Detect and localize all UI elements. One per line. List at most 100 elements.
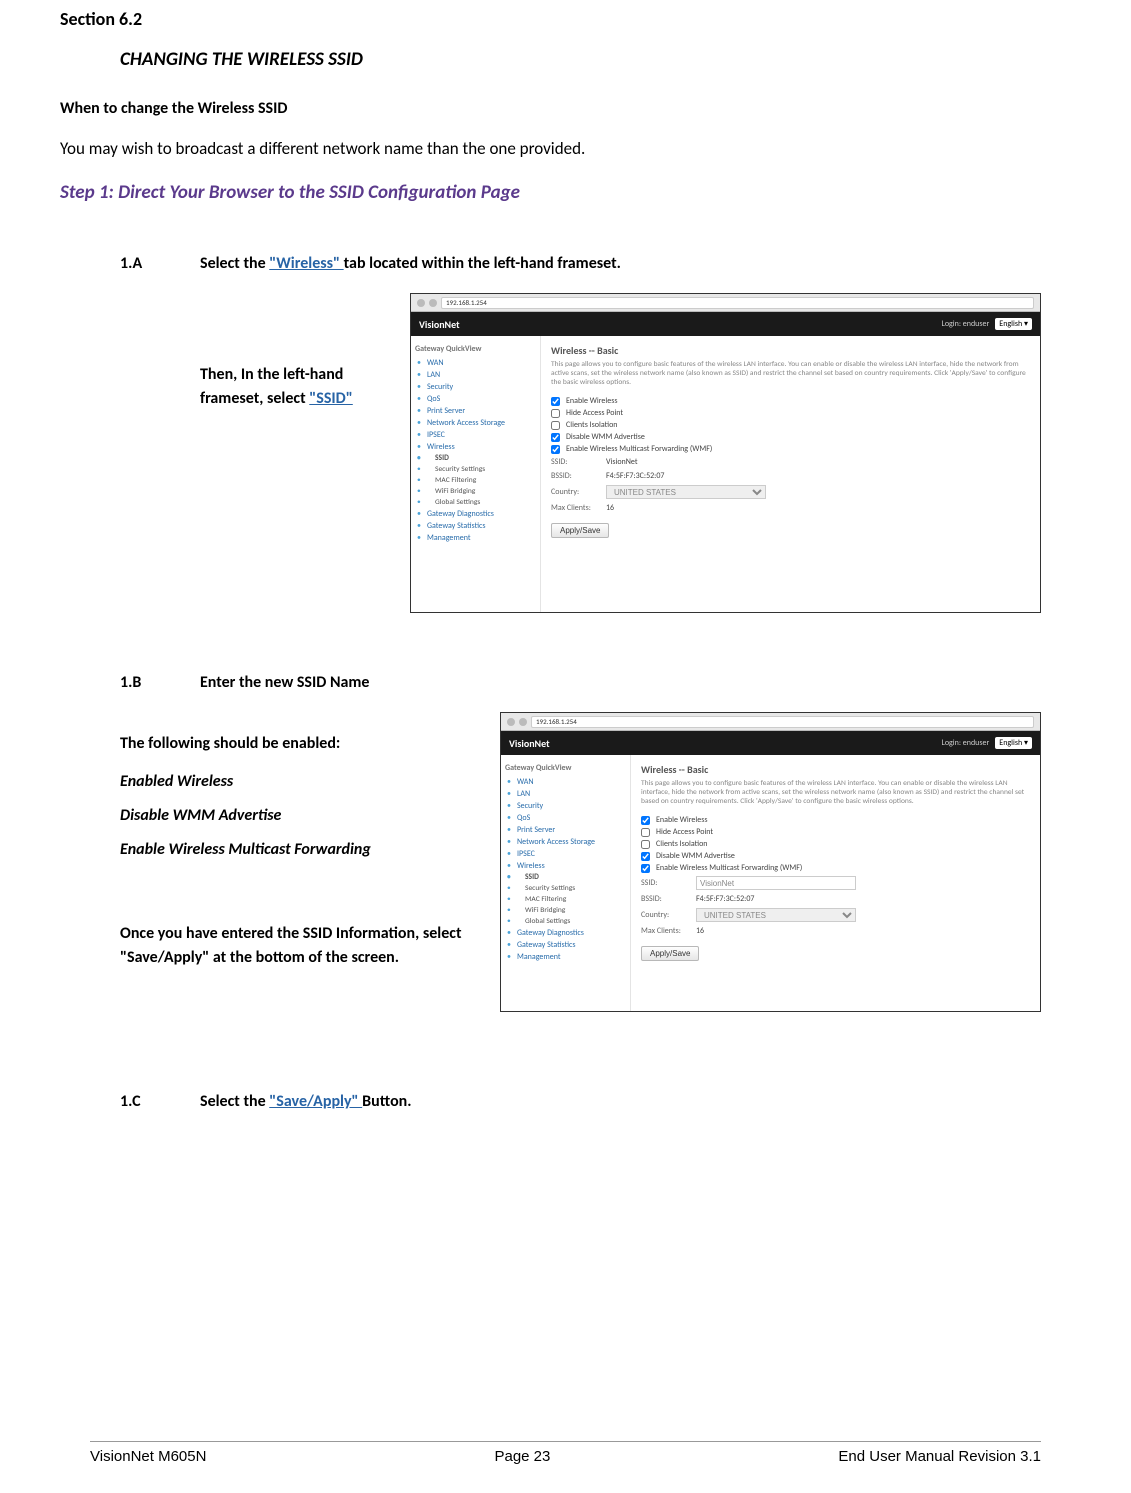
main-heading-2: Wireless -- Basic: [641, 763, 1030, 776]
bssid-label: BSSID:: [551, 471, 606, 481]
nav2-sub-security[interactable]: Security Settings: [505, 883, 626, 894]
ssid-input[interactable]: [696, 876, 856, 890]
nav-item-mgmt[interactable]: Management: [415, 532, 536, 544]
cb2-enable-wireless[interactable]: [641, 816, 650, 825]
save-apply-link[interactable]: "Save/Apply": [269, 1092, 362, 1111]
nav-fwd-icon: [429, 299, 437, 307]
intro-text: You may wish to broadcast a different ne…: [60, 138, 1041, 159]
browser-chrome-2: 192.168.1.254: [501, 713, 1040, 731]
p1: The following should be enabled:: [120, 732, 500, 756]
nav-sub-global[interactable]: Global Settings: [415, 497, 536, 508]
cb2-wmf[interactable]: [641, 864, 650, 873]
i2: Disable WMM Advertise: [120, 804, 500, 828]
main-heading: Wireless -- Basic: [551, 344, 1030, 357]
cb2-wmf-label: Enable Wireless Multicast Forwarding (WM…: [656, 863, 802, 873]
step-1b-id: 1.B: [120, 673, 200, 692]
cb2-wmm[interactable]: [641, 852, 650, 861]
nav2-item-qos[interactable]: QoS: [505, 812, 626, 824]
cb2-hide-ap[interactable]: [641, 828, 650, 837]
lang-select[interactable]: English ▾: [995, 318, 1032, 330]
nav2-item-security[interactable]: Security: [505, 800, 626, 812]
apply-save-button-2[interactable]: Apply/Save: [641, 946, 699, 961]
step-1a-desc: Select the "Wireless" tab located within…: [200, 254, 621, 273]
nav-item-wireless[interactable]: Wireless: [415, 441, 536, 453]
main-desc-2: This page allows you to configure basic …: [641, 779, 1030, 806]
country-label-2: Country:: [641, 910, 696, 920]
nav-header: Gateway QuickView: [415, 344, 536, 354]
section-label: Section 6.2: [60, 8, 1041, 30]
subheading: When to change the Wireless SSID: [60, 99, 1041, 118]
ssid-link[interactable]: "SSID": [309, 389, 353, 408]
cb2-wmm-label: Disable WMM Advertise: [656, 851, 735, 861]
nav-item-diag[interactable]: Gateway Diagnostics: [415, 508, 536, 520]
nav-item-wan[interactable]: WAN: [415, 357, 536, 369]
screenshot-1b: 192.168.1.254 VisionNet Login: enduser E…: [500, 712, 1041, 1012]
content-1a: Then, In the left-hand frameset, select …: [120, 293, 1041, 613]
nav-back-icon-2: [507, 718, 515, 726]
brand-logo: VisionNet: [419, 318, 460, 331]
nav2-item-stats[interactable]: Gateway Statistics: [505, 939, 626, 951]
nav-item-printserver[interactable]: Print Server: [415, 405, 536, 417]
bssid-value-2: F4:5F:F7:3C:52:07: [696, 894, 754, 904]
lang-select-2[interactable]: English ▾: [995, 737, 1032, 749]
nav2-item-ipsec[interactable]: IPSEC: [505, 848, 626, 860]
cb-enable-wireless[interactable]: [551, 397, 560, 406]
country-label: Country:: [551, 487, 606, 497]
step1-heading: Step 1: Direct Your Browser to the SSID …: [60, 181, 1041, 204]
nav2-item-diag[interactable]: Gateway Diagnostics: [505, 927, 626, 939]
ssid-label: SSID:: [551, 457, 606, 467]
nav2-sub-mac[interactable]: MAC Filtering: [505, 894, 626, 905]
cb2-clients-iso[interactable]: [641, 840, 650, 849]
nav-item-nas[interactable]: Network Access Storage: [415, 417, 536, 429]
nav2-item-lan[interactable]: LAN: [505, 788, 626, 800]
cb-hide-ap[interactable]: [551, 409, 560, 418]
country-select-2[interactable]: UNITED STATES: [696, 908, 856, 922]
cb-enable-wireless-label: Enable Wireless: [566, 396, 617, 406]
i3: Enable Wireless Multicast Forwarding: [120, 838, 500, 862]
i1: Enabled Wireless: [120, 770, 500, 794]
max-label: Max Clients:: [551, 503, 606, 513]
cb-wmm[interactable]: [551, 433, 560, 442]
nav-fwd-icon-2: [519, 718, 527, 726]
bssid-label-2: BSSID:: [641, 894, 696, 904]
step-1a-suffix: tab located within the left-hand framese…: [344, 254, 621, 273]
nav-item-stats[interactable]: Gateway Statistics: [415, 520, 536, 532]
apply-save-button[interactable]: Apply/Save: [551, 523, 609, 538]
nav-item-ipsec[interactable]: IPSEC: [415, 429, 536, 441]
content-1b: The following should be enabled: Enabled…: [120, 712, 1041, 1012]
nav2-item-nas[interactable]: Network Access Storage: [505, 836, 626, 848]
nav2-item-mgmt[interactable]: Management: [505, 951, 626, 963]
cb2-clients-iso-label: Clients Isolation: [656, 839, 708, 849]
wireless-link[interactable]: "Wireless": [269, 254, 343, 273]
nav2-sub-global[interactable]: Global Settings: [505, 916, 626, 927]
nav-sub-ssid[interactable]: SSID: [415, 453, 536, 464]
step-1c-prefix: Select the: [200, 1092, 269, 1111]
nav-sub-mac[interactable]: MAC Filtering: [415, 475, 536, 486]
cb-hide-ap-label: Hide Access Point: [566, 408, 623, 418]
nav-sidebar-2: Gateway QuickView WAN LAN Security QoS P…: [501, 755, 631, 1011]
nav2-sub-ssid[interactable]: SSID: [505, 872, 626, 883]
nav-item-qos[interactable]: QoS: [415, 393, 536, 405]
nav-item-lan[interactable]: LAN: [415, 369, 536, 381]
address-bar-2[interactable]: 192.168.1.254: [531, 716, 1034, 728]
nav2-item-printserver[interactable]: Print Server: [505, 824, 626, 836]
login-label-2: Login: enduser: [941, 738, 989, 748]
nav-sub-bridging[interactable]: WiFi Bridging: [415, 486, 536, 497]
brand-bar-2: VisionNet Login: enduser English ▾: [501, 731, 1040, 755]
address-bar[interactable]: 192.168.1.254: [441, 297, 1034, 309]
step-1a-prefix: Select the: [200, 254, 269, 273]
ssid-label-2: SSID:: [641, 878, 696, 888]
cb2-enable-wireless-label: Enable Wireless: [656, 815, 707, 825]
nav2-sub-bridging[interactable]: WiFi Bridging: [505, 905, 626, 916]
nav2-item-wireless[interactable]: Wireless: [505, 860, 626, 872]
cb-clients-iso[interactable]: [551, 421, 560, 430]
nav-sub-security[interactable]: Security Settings: [415, 464, 536, 475]
cb-wmf[interactable]: [551, 445, 560, 454]
login-label: Login: enduser: [941, 319, 989, 329]
footer-left: VisionNet M605N: [90, 1448, 206, 1465]
country-select[interactable]: UNITED STATES: [606, 485, 766, 499]
nav2-item-wan[interactable]: WAN: [505, 776, 626, 788]
nav-item-security[interactable]: Security: [415, 381, 536, 393]
nav-back-icon: [417, 299, 425, 307]
side-1a: Then, In the left-hand frameset, select …: [120, 293, 410, 411]
